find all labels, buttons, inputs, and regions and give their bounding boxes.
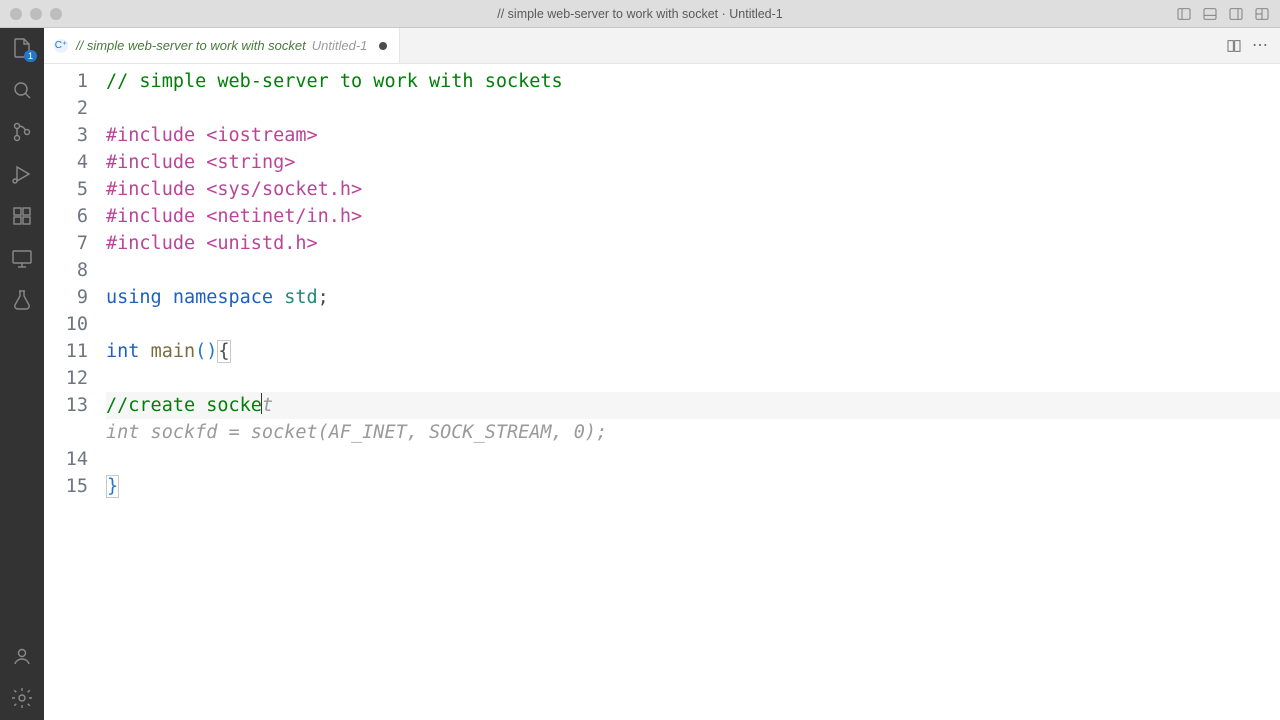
code-token: ; (318, 287, 329, 308)
close-window-icon[interactable] (10, 8, 22, 20)
titlebar-actions (1176, 6, 1270, 22)
tab-dirty-indicator-icon (379, 42, 387, 50)
line-number: 11 (44, 338, 88, 365)
line-number: 4 (44, 149, 88, 176)
code-token: () (195, 341, 217, 362)
testing-icon[interactable] (10, 288, 34, 312)
line-number: 2 (44, 95, 88, 122)
code-token: <unistd.h> (206, 233, 317, 254)
accounts-icon[interactable] (10, 644, 34, 668)
code-line[interactable]: #include <sys/socket.h> (106, 176, 1280, 203)
editor-tabs: C⁺ // simple web-server to work with soc… (44, 28, 1280, 64)
line-number: 10 (44, 311, 88, 338)
code-line[interactable]: #include <unistd.h> (106, 230, 1280, 257)
explorer-badge: 1 (24, 50, 37, 62)
code-token: namespace (173, 287, 284, 308)
code-token: } (106, 475, 119, 498)
titlebar: // simple web-server to work with socket… (0, 0, 1280, 28)
code-line[interactable] (106, 257, 1280, 284)
code-token: <netinet/in.h> (206, 206, 362, 227)
code-line[interactable]: } (106, 473, 1280, 500)
source-control-icon[interactable] (10, 120, 34, 144)
explorer-icon[interactable]: 1 (10, 36, 34, 60)
run-debug-icon[interactable] (10, 162, 34, 186)
editor: C⁺ // simple web-server to work with soc… (44, 28, 1280, 720)
editor-tab[interactable]: C⁺ // simple web-server to work with soc… (44, 28, 400, 63)
panel-left-icon[interactable] (1176, 6, 1192, 22)
extensions-icon[interactable] (10, 204, 34, 228)
window-title: // simple web-server to work with socket… (497, 7, 783, 21)
code-line[interactable] (106, 446, 1280, 473)
line-number: 12 (44, 365, 88, 392)
remote-icon[interactable] (10, 246, 34, 270)
minimize-window-icon[interactable] (30, 8, 42, 20)
code-token: //create socke (106, 395, 262, 416)
code-line[interactable]: // simple web-server to work with socket… (106, 68, 1280, 95)
window-controls[interactable] (10, 8, 62, 20)
compare-icon[interactable] (1226, 38, 1242, 54)
line-number: 14 (44, 446, 88, 473)
layout-icon[interactable] (1254, 6, 1270, 22)
tab-more-icon[interactable]: ⋯ (1252, 38, 1268, 54)
line-number: 6 (44, 203, 88, 230)
code-line[interactable] (106, 365, 1280, 392)
code-line[interactable]: #include <iostream> (106, 122, 1280, 149)
code-line[interactable]: int main(){ (106, 338, 1280, 365)
panel-bottom-icon[interactable] (1202, 6, 1218, 22)
code-token: main (151, 341, 196, 362)
code-token: #include (106, 206, 206, 227)
settings-gear-icon[interactable] (10, 686, 34, 710)
search-icon[interactable] (10, 78, 34, 102)
code-token: #include (106, 125, 206, 146)
line-number: 5 (44, 176, 88, 203)
code-token: <iostream> (206, 125, 317, 146)
code-token: <string> (206, 152, 295, 173)
cpp-file-icon: C⁺ (54, 39, 68, 53)
code-token: { (217, 340, 230, 363)
activity-bar: 1 (0, 28, 44, 720)
line-number (44, 419, 88, 446)
code-token: int sockfd = socket(AF_INET, SOCK_STREAM… (106, 422, 607, 443)
code-editor[interactable]: 123456789101112131415 // simple web-serv… (44, 64, 1280, 720)
tab-subtitle: Untitled-1 (312, 38, 368, 53)
line-number: 1 (44, 68, 88, 95)
code-line[interactable]: //create socket (106, 392, 1280, 419)
code-token: #include (106, 233, 206, 254)
panel-right-icon[interactable] (1228, 6, 1244, 22)
code-token: int (106, 341, 151, 362)
line-number: 13 (44, 392, 88, 419)
code-token: #include (106, 152, 206, 173)
code-token: std (284, 287, 317, 308)
code-line[interactable] (106, 311, 1280, 338)
code-line[interactable]: #include <netinet/in.h> (106, 203, 1280, 230)
code-line[interactable]: int sockfd = socket(AF_INET, SOCK_STREAM… (106, 419, 1280, 446)
code-token: t (262, 395, 273, 416)
line-number: 8 (44, 257, 88, 284)
line-number: 9 (44, 284, 88, 311)
code-line[interactable]: using namespace std; (106, 284, 1280, 311)
line-number: 3 (44, 122, 88, 149)
line-number-gutter: 123456789101112131415 (44, 64, 106, 720)
code-token: // simple web-server to work with socket… (106, 71, 563, 92)
tab-filename: // simple web-server to work with socket (76, 38, 306, 53)
line-number: 7 (44, 230, 88, 257)
code-token: #include (106, 179, 206, 200)
code-content[interactable]: // simple web-server to work with socket… (106, 64, 1280, 720)
code-line[interactable]: #include <string> (106, 149, 1280, 176)
code-line[interactable] (106, 95, 1280, 122)
code-token: using (106, 287, 173, 308)
code-token: <sys/socket.h> (206, 179, 362, 200)
zoom-window-icon[interactable] (50, 8, 62, 20)
line-number: 15 (44, 473, 88, 500)
